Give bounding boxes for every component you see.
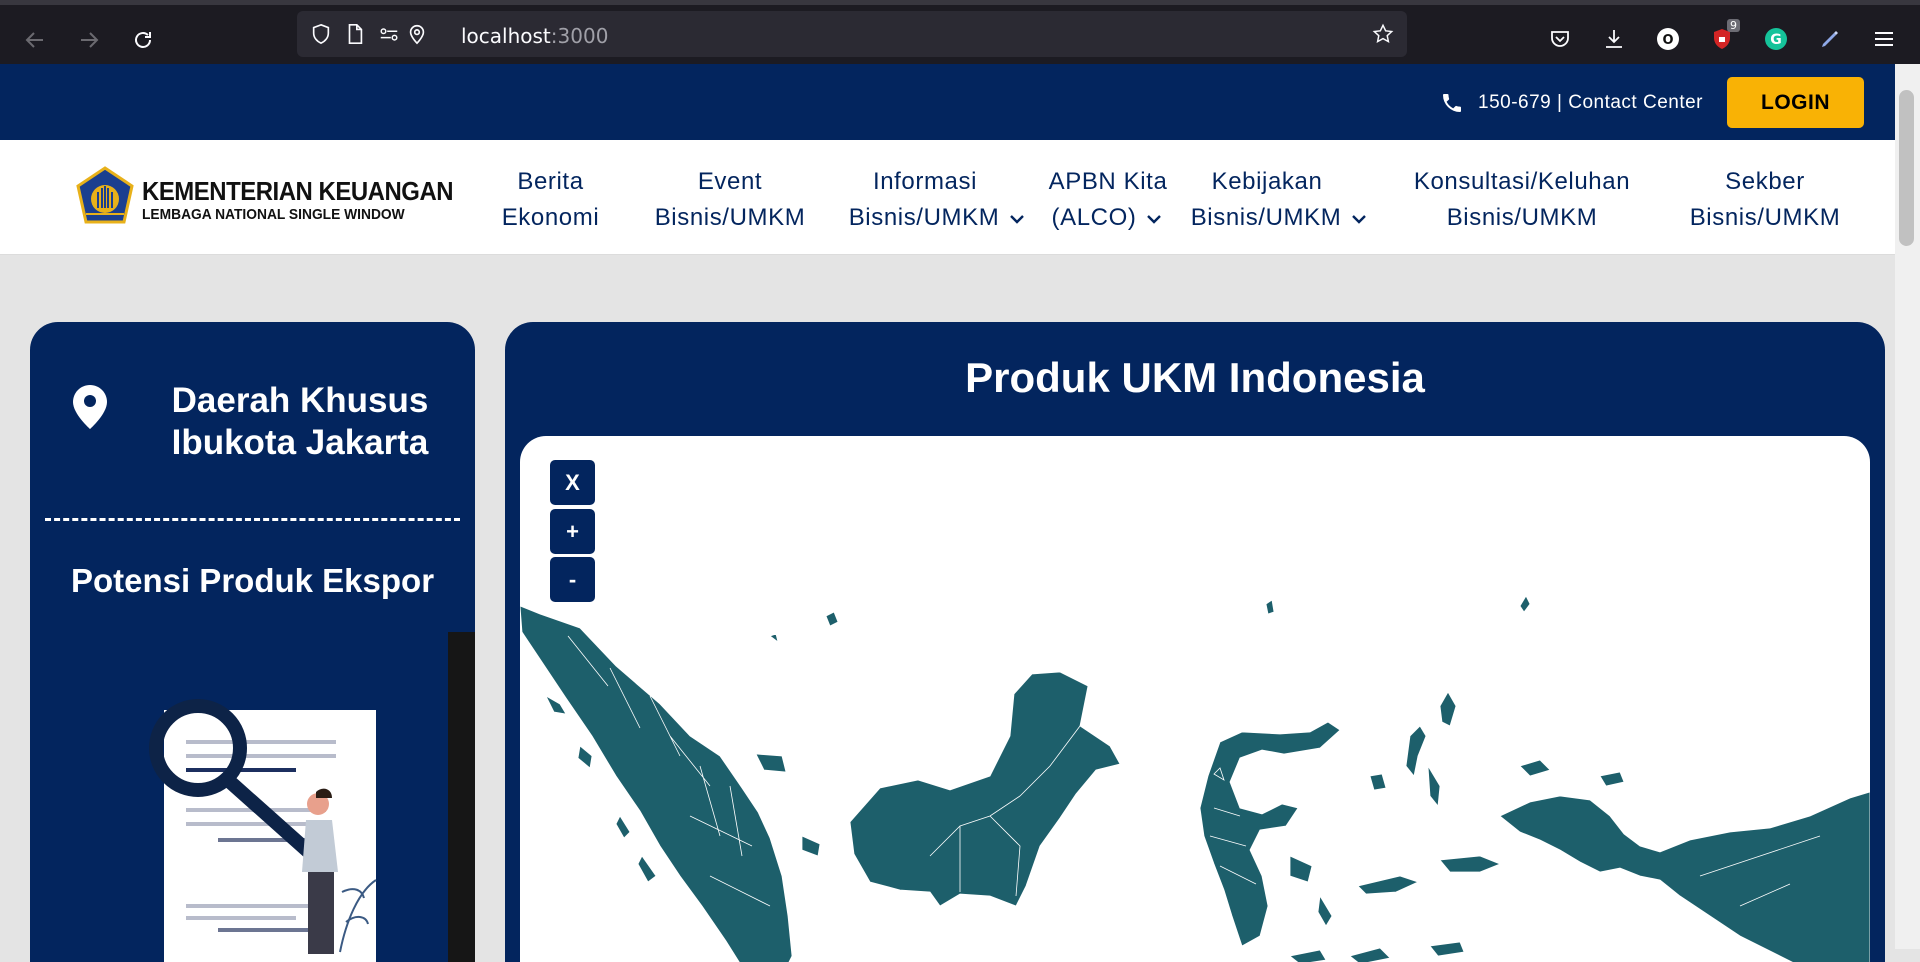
region-panel: Daerah Khusus Ibukota Jakarta Potensi Pr… bbox=[30, 322, 475, 962]
nav-sekber-bisnis[interactable]: Sekber Bisnis/UMKM bbox=[1680, 164, 1850, 236]
nav-label-line2: Ekonomi bbox=[501, 204, 600, 231]
chevron-down-icon bbox=[1352, 214, 1367, 224]
chevron-down-icon bbox=[1010, 214, 1025, 224]
map-close-button[interactable]: X bbox=[550, 460, 595, 505]
nav-konsultasi-keluhan[interactable]: Konsultasi/Keluhan Bisnis/UMKM bbox=[1400, 164, 1644, 236]
indonesia-map[interactable] bbox=[520, 436, 1870, 962]
nav-label-line2: Bisnis/UMKM bbox=[1190, 204, 1342, 231]
contact-text: 150-679 | Contact Center bbox=[1478, 92, 1704, 113]
page-scrollbar[interactable] bbox=[1895, 64, 1920, 949]
region-sumatra bbox=[520, 605, 793, 962]
shield-icon[interactable] bbox=[309, 22, 333, 46]
contact-center[interactable]: 150-679 | Contact Center bbox=[1440, 91, 1703, 115]
region-line1: Daerah Khusus bbox=[171, 381, 429, 420]
menu-hamburger-icon[interactable] bbox=[1870, 25, 1898, 53]
nav-label-line1: Konsultasi/Keluhan bbox=[1413, 168, 1631, 195]
forward-arrow-icon bbox=[81, 32, 99, 48]
permissions-icon[interactable] bbox=[377, 22, 401, 46]
pocket-icon[interactable] bbox=[1546, 25, 1574, 53]
profile-extension-icon[interactable]: O bbox=[1654, 25, 1682, 53]
back-button[interactable] bbox=[18, 23, 52, 57]
forward-button[interactable] bbox=[72, 23, 106, 57]
nav-kebijakan-bisnis[interactable]: Kebijakan Bisnis/UMKM bbox=[1180, 164, 1380, 236]
map-panel: Produk UKM Indonesia X + - bbox=[505, 322, 1885, 962]
region-borneo bbox=[849, 671, 1121, 907]
address-bar[interactable]: localhost:3000 bbox=[297, 11, 1407, 57]
carousel-scrollbar[interactable] bbox=[448, 632, 475, 962]
nav-label-line2: Bisnis/UMKM bbox=[654, 204, 806, 231]
search-document-illustration bbox=[149, 699, 377, 962]
kemenkeu-emblem-icon bbox=[76, 166, 134, 224]
main-header: KEMENTERIAN KEUANGAN LEMBAGA NATIONAL SI… bbox=[0, 140, 1895, 255]
grammarly-initial: G bbox=[1770, 32, 1782, 48]
region-line2: Ibukota Jakarta bbox=[171, 423, 429, 462]
url-port: :3000 bbox=[550, 24, 609, 48]
nav-label-line2: (ALCO) bbox=[1051, 204, 1137, 231]
nav-event-bisnis[interactable]: Event Bisnis/UMKM bbox=[645, 164, 815, 236]
map-title: Produk UKM Indonesia bbox=[965, 354, 1425, 401]
blocker-extension-icon[interactable]: 9 bbox=[1708, 19, 1740, 53]
site-logo[interactable]: KEMENTERIAN KEUANGAN LEMBAGA NATIONAL SI… bbox=[74, 166, 454, 228]
login-button[interactable]: LOGIN bbox=[1727, 77, 1864, 128]
nav-informasi-bisnis[interactable]: Informasi Bisnis/UMKM bbox=[838, 164, 1038, 236]
top-info-bar: 150-679 | Contact Center LOGIN bbox=[0, 64, 1895, 140]
nav-label-line1: Sekber bbox=[1725, 168, 1805, 195]
reload-button[interactable] bbox=[126, 23, 160, 57]
zoom-out-button[interactable]: - bbox=[550, 557, 595, 602]
nav-label-line2: Bisnis/UMKM bbox=[1689, 204, 1841, 231]
nav-label-line1: Event bbox=[697, 168, 763, 195]
url-host: localhost bbox=[461, 24, 551, 48]
downloads-icon[interactable] bbox=[1600, 25, 1628, 53]
location-icon[interactable] bbox=[405, 22, 429, 46]
chevron-down-icon bbox=[1147, 214, 1162, 224]
nav-berita-ekonomi[interactable]: Berita Ekonomi bbox=[488, 164, 613, 236]
back-arrow-icon bbox=[25, 32, 43, 48]
nav-label-line1: Kebijakan bbox=[1211, 168, 1323, 195]
nav-label-line2: Bisnis/UMKM bbox=[848, 204, 1000, 231]
logo-title: KEMENTERIAN KEUANGAN bbox=[142, 176, 454, 206]
region-papua bbox=[1499, 791, 1870, 962]
url-text[interactable]: localhost:3000 bbox=[461, 24, 608, 48]
logo-subtitle: LEMBAGA NATIONAL SINGLE WINDOW bbox=[142, 206, 405, 223]
pen-extension-icon[interactable] bbox=[1816, 25, 1844, 53]
map-container[interactable]: X + - bbox=[520, 436, 1870, 962]
browser-toolbar: localhost:3000 O 9 G bbox=[0, 0, 1920, 64]
zoom-in-button[interactable]: + bbox=[550, 509, 595, 554]
bookmark-star-icon[interactable] bbox=[1371, 22, 1395, 46]
extension-badge: 9 bbox=[1727, 19, 1740, 32]
dashed-divider bbox=[45, 518, 460, 521]
map-pin-icon bbox=[73, 385, 107, 429]
nav-label-line2: Bisnis/UMKM bbox=[1446, 204, 1598, 231]
reload-icon bbox=[135, 32, 151, 48]
grammarly-icon[interactable]: G bbox=[1762, 25, 1790, 53]
nav-label-line1: Berita bbox=[517, 168, 584, 195]
phone-icon bbox=[1443, 94, 1461, 112]
region-name: Daerah Khusus Ibukota Jakarta bbox=[150, 380, 450, 464]
nav-apbn-kita[interactable]: APBN Kita (ALCO) bbox=[1043, 164, 1173, 236]
nav-label-line1: Informasi bbox=[872, 168, 978, 195]
page-scrollbar-thumb[interactable] bbox=[1899, 90, 1914, 246]
nav-label-line1: APBN Kita bbox=[1048, 168, 1168, 195]
profile-initial: O bbox=[1662, 33, 1673, 48]
page-info-icon[interactable] bbox=[343, 22, 367, 46]
section-title: Potensi Produk Ekspor bbox=[70, 562, 435, 599]
